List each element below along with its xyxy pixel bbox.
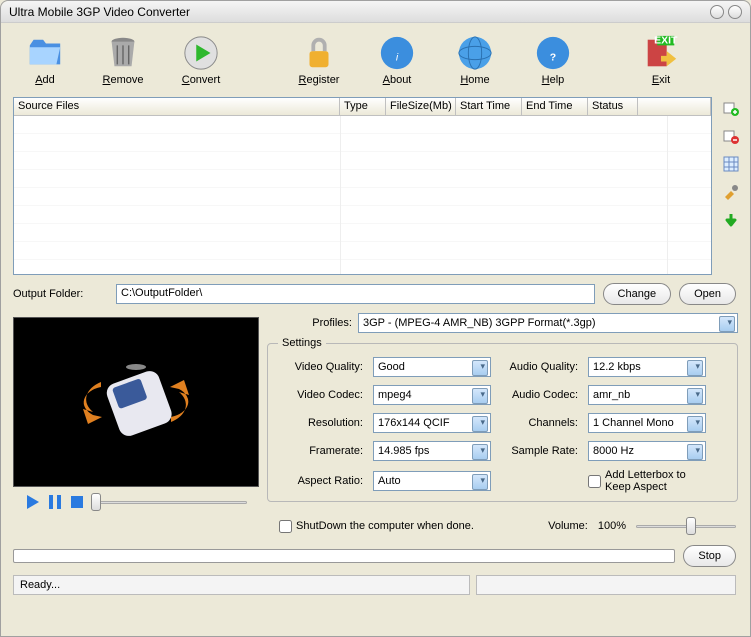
framerate-select[interactable]: 14.985 fps xyxy=(373,441,491,461)
pause-button[interactable] xyxy=(47,494,63,510)
channels-select[interactable]: 1 Channel Mono xyxy=(588,413,706,433)
aspect-label: Aspect Ratio: xyxy=(278,475,363,487)
grid-header: Source Files Type FileSize(Mb) Start Tim… xyxy=(14,98,711,116)
playback-controls xyxy=(13,487,259,517)
samplerate-select[interactable]: 8000 Hz xyxy=(588,441,706,461)
info-icon: i xyxy=(378,34,416,72)
remove-item-icon[interactable] xyxy=(722,127,740,145)
side-tools xyxy=(722,99,742,229)
open-button[interactable]: Open xyxy=(679,283,736,305)
progress-row: Stop xyxy=(13,545,736,567)
output-path-field[interactable]: C:\OutputFolder\ xyxy=(116,284,595,304)
file-grid[interactable]: Source Files Type FileSize(Mb) Start Tim… xyxy=(13,97,712,275)
add-folder-icon xyxy=(26,34,64,72)
channels-label: Channels: xyxy=(503,417,578,429)
profiles-select[interactable]: 3GP - (MPEG-4 AMR_NB) 3GPP Format(*.3gp) xyxy=(358,313,738,333)
window-title: Ultra Mobile 3GP Video Converter xyxy=(9,5,710,19)
minimize-button[interactable] xyxy=(710,5,724,19)
volume-slider[interactable] xyxy=(636,517,736,535)
app-window: { "title": "Ultra Mobile 3GP Video Conve… xyxy=(0,0,751,637)
exit-button[interactable]: EXIT Exit xyxy=(627,25,695,95)
register-button[interactable]: Register xyxy=(285,25,353,95)
col-source[interactable]: Source Files xyxy=(14,98,340,115)
settings-panel: Profiles: 3GP - (MPEG-4 AMR_NB) 3GPP For… xyxy=(267,313,738,517)
about-button[interactable]: i About xyxy=(363,25,431,95)
home-button[interactable]: Home xyxy=(441,25,509,95)
add-button[interactable]: Add xyxy=(11,25,79,95)
profile-row: Profiles: 3GP - (MPEG-4 AMR_NB) 3GPP For… xyxy=(267,313,738,333)
window-controls xyxy=(710,5,742,19)
preview-pane xyxy=(13,317,259,487)
status-bar: Ready... xyxy=(13,575,736,595)
add-item-icon[interactable] xyxy=(722,99,740,117)
svg-text:?: ? xyxy=(550,53,556,64)
resolution-label: Resolution: xyxy=(278,417,363,429)
stop-button[interactable] xyxy=(69,494,85,510)
volume-label: Volume: xyxy=(548,520,588,532)
trash-icon xyxy=(104,34,142,72)
col-type[interactable]: Type xyxy=(340,98,386,115)
framerate-label: Framerate: xyxy=(278,445,363,457)
play-button[interactable] xyxy=(25,494,41,510)
status-text: Ready... xyxy=(13,575,470,595)
play-circle-icon xyxy=(182,34,220,72)
help-icon: ? xyxy=(534,34,572,72)
progress-bar xyxy=(13,549,675,563)
col-filesize[interactable]: FileSize(Mb) xyxy=(386,98,456,115)
volume-value: 100% xyxy=(598,520,626,532)
stop-progress-button[interactable]: Stop xyxy=(683,545,736,567)
close-button[interactable] xyxy=(728,5,742,19)
shutdown-checkbox[interactable]: ShutDown the computer when done. xyxy=(279,520,474,533)
output-row: Output Folder: C:\OutputFolder\ Change O… xyxy=(1,283,750,305)
audio-quality-select[interactable]: 12.2 kbps xyxy=(588,357,706,377)
settings-fieldset: Settings Video Quality: Good Audio Quali… xyxy=(267,337,738,502)
status-right xyxy=(476,575,736,595)
help-button[interactable]: ? Help xyxy=(519,25,587,95)
change-button[interactable]: Change xyxy=(603,283,672,305)
samplerate-label: Sample Rate: xyxy=(503,445,578,457)
output-label: Output Folder: xyxy=(13,288,108,300)
convert-button[interactable]: Convert xyxy=(167,25,235,95)
settings-legend: Settings xyxy=(278,337,326,349)
phone-preview-icon xyxy=(66,347,206,457)
video-quality-select[interactable]: Good xyxy=(373,357,491,377)
resolution-select[interactable]: 176x144 QCIF xyxy=(373,413,491,433)
video-quality-label: Video Quality: xyxy=(278,361,363,373)
content-area: Source Files Type FileSize(Mb) Start Tim… xyxy=(1,97,750,275)
exit-icon: EXIT xyxy=(642,34,680,72)
bottom-row: ShutDown the computer when done. Volume:… xyxy=(1,517,750,541)
audio-codec-label: Audio Codec: xyxy=(503,389,578,401)
video-codec-select[interactable]: mpeg4 xyxy=(373,385,491,405)
audio-quality-label: Audio Quality: xyxy=(503,361,578,373)
remove-button[interactable]: Remove xyxy=(89,25,157,95)
titlebar: Ultra Mobile 3GP Video Converter xyxy=(1,1,750,23)
grid-icon[interactable] xyxy=(722,155,740,173)
aspect-select[interactable]: Auto xyxy=(373,471,491,491)
tool-icon[interactable] xyxy=(722,183,740,201)
col-status[interactable]: Status xyxy=(588,98,638,115)
mid-section: Profiles: 3GP - (MPEG-4 AMR_NB) 3GPP For… xyxy=(1,313,750,517)
video-codec-label: Video Codec: xyxy=(278,389,363,401)
lock-icon xyxy=(300,34,338,72)
profiles-label: Profiles: xyxy=(267,317,352,329)
main-toolbar: Add Remove Convert Register i About Home… xyxy=(1,23,750,97)
col-start[interactable]: Start Time xyxy=(456,98,522,115)
letterbox-checkbox[interactable]: Add Letterbox to Keep Aspect xyxy=(588,469,708,493)
svg-text:EXIT: EXIT xyxy=(654,36,678,47)
globe-icon xyxy=(456,34,494,72)
arrow-down-icon[interactable] xyxy=(722,211,740,229)
col-end[interactable]: End Time xyxy=(522,98,588,115)
audio-codec-select[interactable]: amr_nb xyxy=(588,385,706,405)
grid-body[interactable] xyxy=(14,116,711,274)
seek-slider[interactable] xyxy=(91,493,247,511)
